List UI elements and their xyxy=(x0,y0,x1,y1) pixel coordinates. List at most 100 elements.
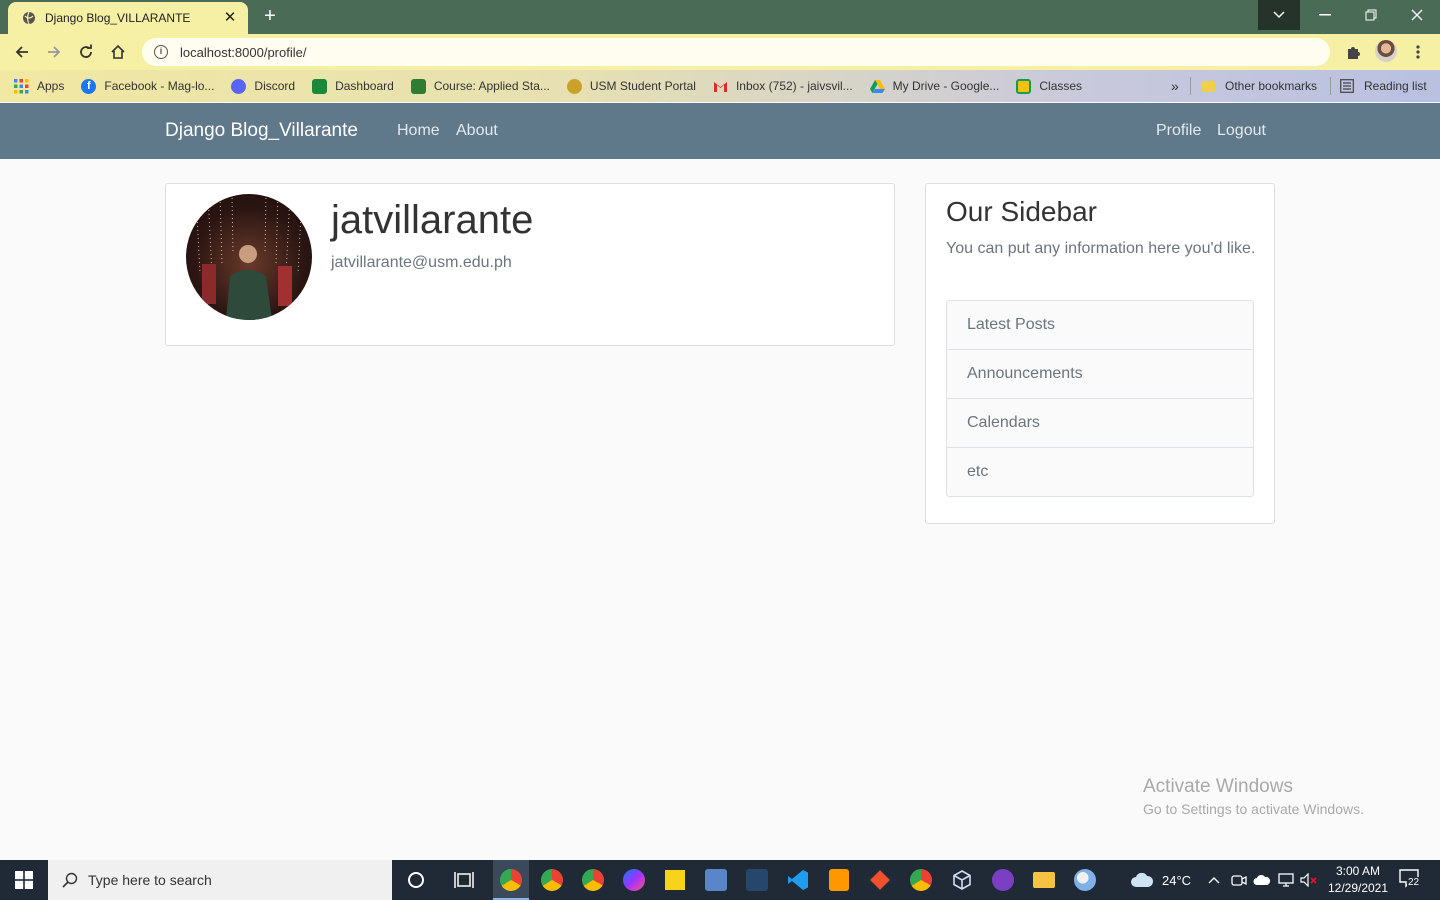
menu-kebab-icon[interactable] xyxy=(1412,44,1424,60)
git-icon[interactable] xyxy=(866,866,894,894)
globe-icon xyxy=(22,11,36,25)
bookmark-discord[interactable]: Discord xyxy=(231,78,296,94)
bookmark-course[interactable]: Course: Applied Sta... xyxy=(410,78,550,94)
bookmarks-divider xyxy=(1330,77,1331,95)
activate-windows-watermark: Activate Windows Go to Settings to activ… xyxy=(1143,776,1364,817)
sticky-notes-icon[interactable] xyxy=(661,866,689,894)
clock-time: 3:00 AM xyxy=(1335,864,1381,878)
window-close-icon[interactable] xyxy=(1394,0,1440,30)
bookmark-apps[interactable]: Apps xyxy=(14,78,65,94)
restore-icon[interactable] xyxy=(1348,0,1394,30)
address-bar[interactable]: i localhost:8000/profile/ xyxy=(142,38,1330,66)
chrome-profile-4-icon[interactable] xyxy=(907,866,935,894)
sidebar-item-calendars[interactable]: Calendars xyxy=(947,399,1253,448)
gmail-icon xyxy=(713,79,728,94)
messenger-icon[interactable] xyxy=(620,866,648,894)
bookmarks-bar: Apps f Facebook - Mag-lo... Discord Dash… xyxy=(0,70,1440,102)
bookmark-usm-portal[interactable]: USM Student Portal xyxy=(566,78,696,94)
notification-count: 22 xyxy=(1407,877,1421,888)
vscode-icon[interactable] xyxy=(784,866,812,894)
home-icon[interactable] xyxy=(106,40,130,64)
virtualbox-icon[interactable] xyxy=(948,866,976,894)
clock-date: 12/29/2021 xyxy=(1327,881,1389,895)
windows-start-icon[interactable] xyxy=(0,860,48,900)
chrome-active-icon[interactable] xyxy=(493,860,529,900)
watermark-subtitle: Go to Settings to activate Windows. xyxy=(1143,801,1364,817)
mysql-workbench-icon[interactable] xyxy=(743,866,771,894)
chrome-profile-3-icon[interactable] xyxy=(579,866,607,894)
taskbar-search[interactable]: Type here to search xyxy=(48,860,392,900)
site-info-icon[interactable]: i xyxy=(154,45,168,59)
tab-close-icon[interactable]: ✕ xyxy=(222,10,238,26)
sidebar-description: You can put any information here you'd l… xyxy=(946,240,1256,257)
facebook-icon: f xyxy=(81,78,97,94)
bookmark-classes[interactable]: Classes xyxy=(1016,78,1082,94)
bookmark-label: USM Student Portal xyxy=(589,79,696,93)
search-icon xyxy=(62,872,78,888)
site-navbar: Django Blog_Villarante Home About Profil… xyxy=(0,103,1440,159)
bookmark-label: Apps xyxy=(37,79,65,93)
bookmark-dashboard[interactable]: Dashboard xyxy=(312,78,394,94)
bookmark-label: Discord xyxy=(254,79,296,93)
profile-avatar-icon[interactable] xyxy=(1375,40,1397,62)
nav-about-link[interactable]: About xyxy=(456,122,498,140)
cortana-icon[interactable] xyxy=(402,866,430,894)
other-bookmarks[interactable]: Other bookmarks xyxy=(1202,70,1317,102)
drive-icon xyxy=(869,79,885,94)
reading-list[interactable]: Reading list xyxy=(1340,70,1427,102)
address-url: localhost:8000/profile/ xyxy=(180,44,307,60)
sidebar-item-etc[interactable]: etc xyxy=(947,448,1253,496)
sublime-text-icon[interactable] xyxy=(825,866,853,894)
reload-icon[interactable] xyxy=(74,40,98,64)
back-arrow-icon[interactable] xyxy=(10,40,34,64)
usm-icon xyxy=(566,78,582,94)
nav-logout-link[interactable]: Logout xyxy=(1217,122,1266,140)
site-brand[interactable]: Django Blog_Villarante xyxy=(165,120,358,142)
dashboard-icon xyxy=(312,78,328,94)
notification-center[interactable]: 22 xyxy=(1398,868,1424,892)
bookmark-label: My Drive - Google... xyxy=(892,79,1000,93)
taskbar-clock[interactable]: 3:00 AM 12/29/2021 xyxy=(1326,863,1390,897)
browser-toolbar: i localhost:8000/profile/ xyxy=(0,34,1440,94)
github-desktop-icon[interactable] xyxy=(989,866,1017,894)
bookmark-gmail[interactable]: Inbox (752) - jaivsvil... xyxy=(713,79,853,94)
sidebar-item-announcements[interactable]: Announcements xyxy=(947,350,1253,399)
nav-profile-link[interactable]: Profile xyxy=(1156,122,1201,140)
nav-home-link[interactable]: Home xyxy=(397,122,440,140)
volume-muted-icon[interactable] xyxy=(1300,860,1318,900)
file-explorer-icon[interactable] xyxy=(1030,866,1058,894)
other-bookmarks-label: Other bookmarks xyxy=(1225,79,1318,93)
task-view-icon[interactable] xyxy=(450,866,478,894)
profile-username: jatvillarante xyxy=(331,198,534,242)
paint-icon[interactable] xyxy=(1071,866,1099,894)
weather-widget[interactable]: 24°C xyxy=(1130,860,1191,900)
profile-email: jatvillarante@usm.edu.ph xyxy=(331,254,512,271)
new-tab-button[interactable]: + xyxy=(258,6,282,28)
meet-now-icon[interactable] xyxy=(1231,860,1247,900)
tab-title: Django Blog_VILLARANTE xyxy=(45,11,191,25)
bookmark-drive[interactable]: My Drive - Google... xyxy=(869,79,1000,94)
network-icon[interactable] xyxy=(1278,860,1294,900)
classroom-icon xyxy=(1016,78,1032,94)
sidebar-item-latest-posts[interactable]: Latest Posts xyxy=(947,301,1253,350)
minimize-icon[interactable] xyxy=(1302,0,1348,30)
windows-taskbar: Type here to search 24°C 3:00 AM 12/29/2… xyxy=(0,860,1440,900)
bookmark-facebook[interactable]: f Facebook - Mag-lo... xyxy=(81,78,215,94)
forward-arrow-icon[interactable] xyxy=(42,40,66,64)
onedrive-icon[interactable] xyxy=(1253,860,1271,900)
bookmark-label: Course: Applied Sta... xyxy=(433,79,550,93)
sidebar-card: Our Sidebar You can put any information … xyxy=(925,183,1275,524)
bookmarks-overflow-icon[interactable]: » xyxy=(1171,70,1179,102)
jupyter-icon[interactable] xyxy=(702,866,730,894)
chrome-profile-2-icon[interactable] xyxy=(538,866,566,894)
course-icon xyxy=(410,78,426,94)
sidebar-title: Our Sidebar xyxy=(946,196,1097,227)
tray-chevron-up-icon[interactable] xyxy=(1208,860,1220,900)
bookmark-label: Facebook - Mag-lo... xyxy=(104,79,215,93)
browser-tab[interactable]: Django Blog_VILLARANTE ✕ xyxy=(8,2,248,34)
profile-picture xyxy=(186,194,312,320)
cloud-icon xyxy=(1130,872,1154,888)
tab-search-chevron-icon[interactable] xyxy=(1258,0,1300,30)
extensions-puzzle-icon[interactable] xyxy=(1346,44,1362,60)
temperature: 24°C xyxy=(1162,872,1192,888)
